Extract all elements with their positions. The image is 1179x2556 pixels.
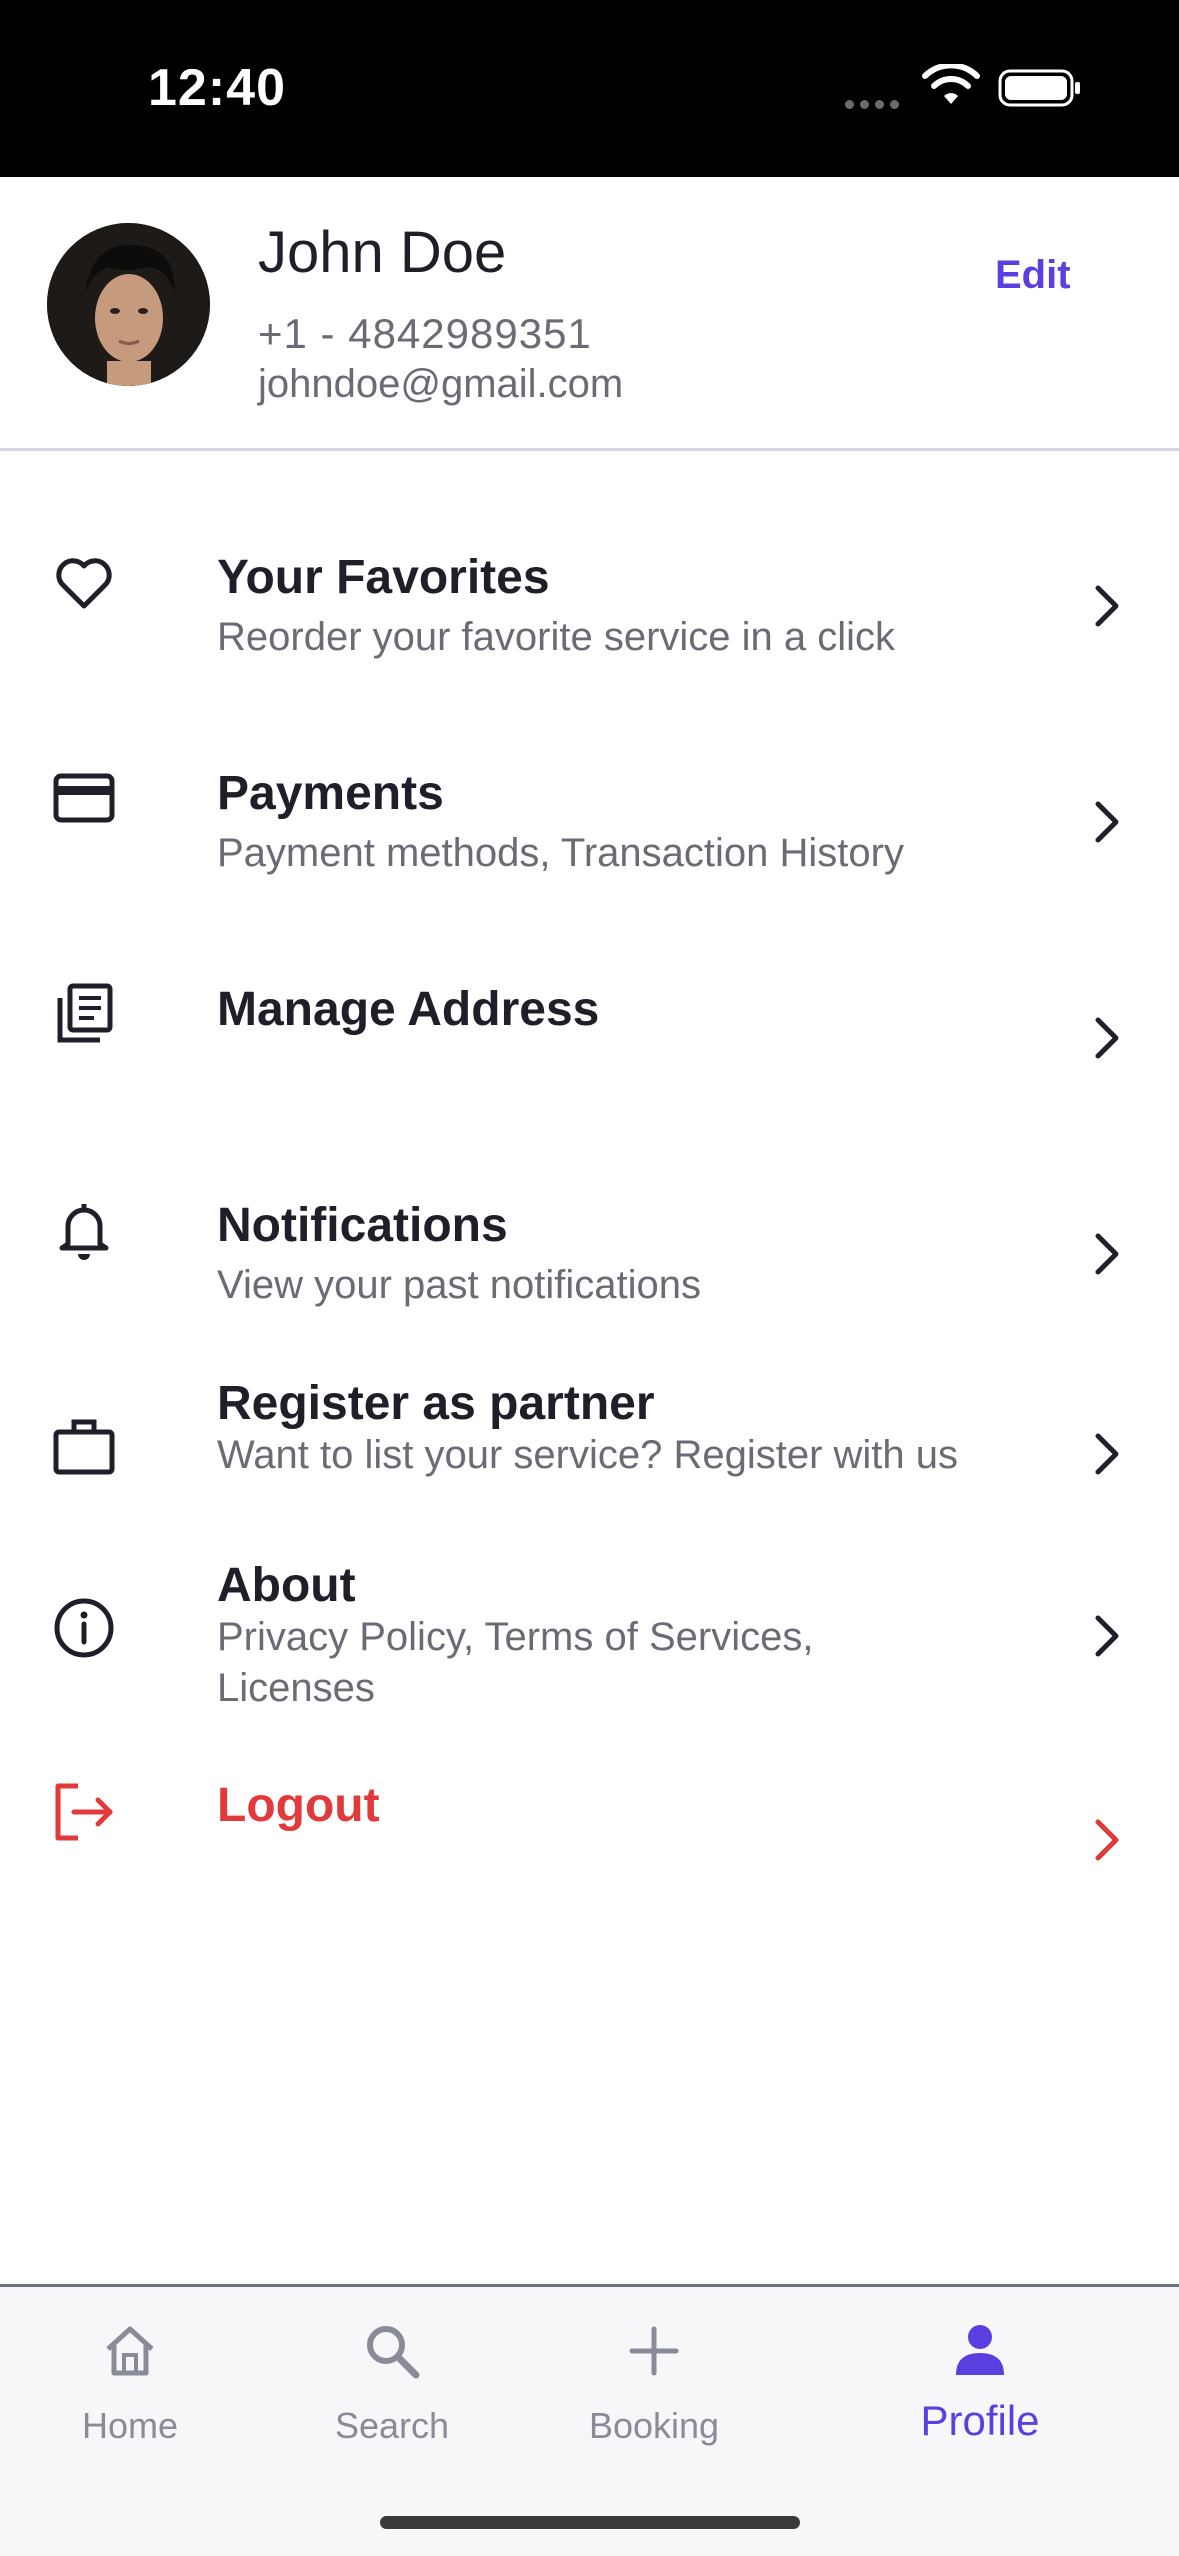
tab-label: Home: [81, 2405, 179, 2446]
home-indicator: [380, 2516, 800, 2529]
menu-item-payments[interactable]: Payments Payment methods, Transaction Hi…: [0, 736, 1179, 906]
tab-search[interactable]: Search: [292, 2287, 492, 2487]
chevron-right-icon: [1095, 1819, 1119, 1861]
menu-item-subtitle: View your past notifications: [217, 1263, 701, 1307]
menu-item-title: Logout: [217, 1779, 380, 1832]
person-icon: [956, 2325, 1004, 2375]
logout-icon: [55, 1783, 113, 1841]
tab-label: Profile: [920, 2397, 1040, 2444]
avatar[interactable]: [47, 223, 210, 386]
menu-item-notifications[interactable]: Notifications View your past notificatio…: [0, 1168, 1179, 1338]
tab-booking[interactable]: Booking: [554, 2287, 754, 2487]
chevron-right-icon: [1095, 1615, 1119, 1657]
menu-item-title: Payments: [217, 767, 444, 820]
menu-item-subtitle: Privacy Policy, Terms of Services, Licen…: [217, 1615, 814, 1710]
chevron-right-icon: [1095, 801, 1119, 843]
battery-icon: [998, 69, 1080, 107]
profile-name: John Doe: [258, 220, 507, 285]
search-icon: [367, 2326, 420, 2379]
briefcase-icon: [53, 1419, 115, 1475]
chevron-right-icon: [1095, 1433, 1119, 1475]
plus-icon: [629, 2326, 679, 2376]
tab-label: Booking: [588, 2405, 720, 2446]
menu-item-manage-address[interactable]: Manage Address: [0, 952, 1179, 1122]
menu-item-title: About: [217, 1559, 356, 1612]
edit-profile-button[interactable]: Edit: [995, 253, 1071, 298]
menu-item-title: Notifications: [217, 1199, 508, 1252]
tab-label: Search: [334, 2405, 450, 2446]
heart-icon: [56, 558, 112, 609]
home-icon: [106, 2326, 154, 2376]
chevron-right-icon: [1095, 1233, 1119, 1275]
menu-item-title: Register as partner: [217, 1377, 655, 1430]
menu-item-register-partner[interactable]: Register as partner Want to list your se…: [0, 1370, 1179, 1540]
profile-phone: +1 - 4842989351: [258, 310, 592, 357]
chevron-right-icon: [1095, 585, 1119, 627]
bell-icon: [59, 1204, 109, 1260]
chevron-right-icon: [1095, 1017, 1119, 1059]
menu-item-logout[interactable]: Logout: [0, 1760, 1179, 1930]
profile-email: johndoe@gmail.com: [258, 362, 624, 406]
menu-item-favorites[interactable]: Your Favorites Reorder your favorite ser…: [0, 520, 1179, 690]
tab-profile[interactable]: Profile: [880, 2287, 1080, 2487]
credit-card-icon: [53, 773, 115, 823]
status-bar: 12:40: [0, 0, 1179, 177]
menu-item-subtitle: Payment methods, Transaction History: [217, 831, 904, 875]
status-time: 12:40: [148, 59, 286, 117]
menu-item-subtitle: Reorder your favorite service in a click: [217, 615, 896, 659]
info-icon: [54, 1598, 114, 1658]
signal-dots-icon: [845, 96, 905, 109]
avatar-photo: [47, 223, 210, 386]
menu-item-about[interactable]: About Privacy Policy, Terms of Services,…: [0, 1552, 1179, 1722]
profile-header: John Doe +1 - 4842989351 johndoe@gmail.c…: [0, 177, 1179, 451]
menu-item-subtitle: Want to list your service? Register with…: [217, 1433, 958, 1477]
wifi-icon: [922, 64, 980, 104]
document-list-icon: [57, 983, 113, 1043]
tab-home[interactable]: Home: [30, 2287, 230, 2487]
menu-item-title: Your Favorites: [217, 551, 550, 604]
menu-item-title: Manage Address: [217, 983, 600, 1036]
